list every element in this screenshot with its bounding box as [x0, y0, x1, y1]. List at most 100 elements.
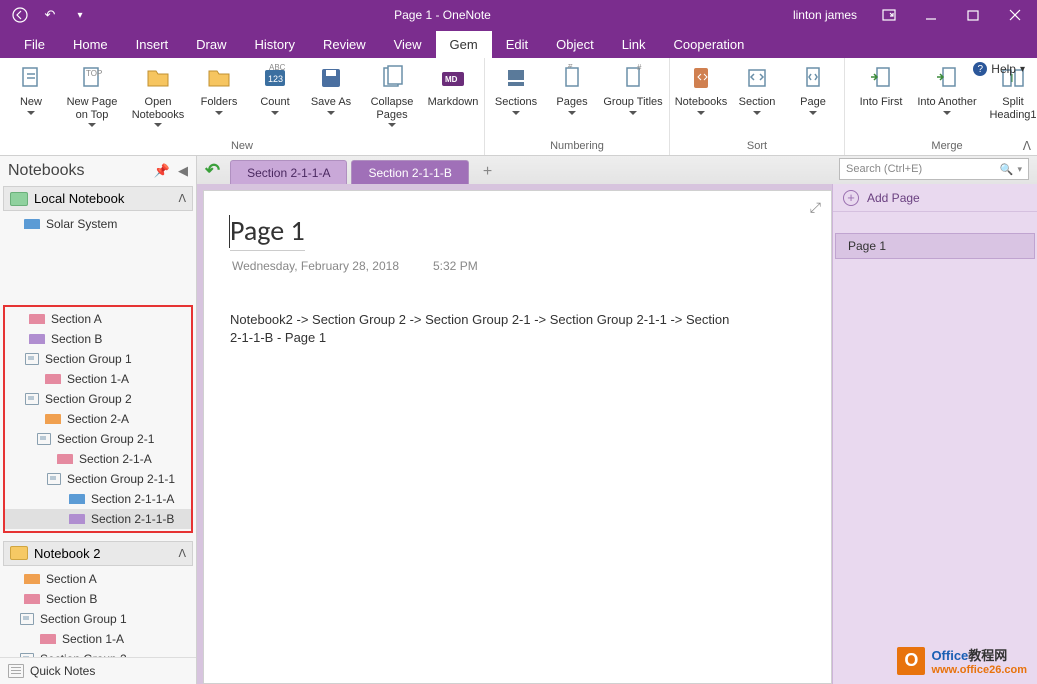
quick-notes[interactable]: Quick Notes: [0, 657, 196, 684]
section-tab[interactable]: Section 2-1-1-A: [230, 160, 347, 184]
markdown-icon: MD: [439, 64, 467, 92]
expand-icon[interactable]: ⤢: [810, 199, 821, 216]
search-box[interactable]: Search (Ctrl+E) 🔍 ▾: [839, 158, 1029, 180]
nav-back-icon[interactable]: ↶: [199, 160, 226, 181]
svg-text:ABC: ABC: [269, 64, 286, 72]
section-group-icon: [20, 613, 34, 625]
maximize-button[interactable]: [953, 0, 993, 30]
section-group-icon: [25, 353, 39, 365]
open-notebooks-icon: [144, 64, 172, 92]
ribbon-page[interactable]: Page: [786, 60, 840, 138]
ribbon-folders[interactable]: Folders: [192, 60, 246, 138]
section-icon: [45, 414, 61, 424]
menu-tab-draw[interactable]: Draw: [182, 31, 240, 58]
ribbon-open-notebooks[interactable]: Open Notebooks: [126, 60, 190, 138]
sidebar-item[interactable]: Section Group 1: [5, 349, 191, 369]
menu-tab-view[interactable]: View: [380, 31, 436, 58]
ribbon-section[interactable]: Section: [730, 60, 784, 138]
svg-text:123: 123: [268, 74, 283, 84]
svg-text:TOP: TOP: [86, 69, 102, 78]
chevron-left-icon[interactable]: ◀: [178, 163, 188, 179]
menu-tab-cooperation[interactable]: Cooperation: [660, 31, 759, 58]
ribbon-new-page-on-top[interactable]: TOPNew Page on Top: [60, 60, 124, 138]
content-area: ↶ Section 2-1-1-ASection 2-1-1-B + Searc…: [197, 156, 1037, 684]
sidebar-item[interactable]: Section 2-1-1-A: [5, 489, 191, 509]
into-first-icon: [867, 64, 895, 92]
svg-text:#: #: [568, 64, 573, 70]
sidebar-item[interactable]: Section 1-A: [5, 369, 191, 389]
sidebar-item[interactable]: Section A: [5, 309, 191, 329]
into-another-icon: [933, 64, 961, 92]
ribbon-notebooks[interactable]: Notebooks: [674, 60, 728, 138]
sidebar-title: Notebooks: [8, 162, 85, 180]
help-button[interactable]: ?Help▾: [973, 62, 1025, 76]
chevron-down-icon: ▾: [1017, 164, 1022, 175]
back-button[interactable]: [8, 3, 32, 27]
close-button[interactable]: [995, 0, 1035, 30]
ribbon-collapse-pages[interactable]: Collapse Pages: [360, 60, 424, 138]
menu-tab-history[interactable]: History: [241, 31, 309, 58]
sidebar-item[interactable]: Section Group 1: [0, 609, 196, 629]
sidebar-item[interactable]: Section Group 2-1: [5, 429, 191, 449]
add-page-button[interactable]: + Add Page: [833, 184, 1037, 212]
sections-icon: [502, 64, 530, 92]
add-section-button[interactable]: +: [473, 160, 502, 184]
section-icon: [29, 314, 45, 324]
sidebar-item[interactable]: Section 2-A: [5, 409, 191, 429]
sidebar-item[interactable]: Solar System: [0, 214, 196, 234]
section-group-icon: [20, 653, 34, 658]
sidebar-item[interactable]: Section 1-A: [0, 629, 196, 649]
menu-tab-review[interactable]: Review: [309, 31, 380, 58]
page-canvas[interactable]: ⤢ Page 1 Wednesday, February 28, 2018 5:…: [203, 190, 832, 684]
ribbon-count[interactable]: 123ABCCount: [248, 60, 302, 138]
section-group-icon: [25, 393, 39, 405]
ribbon-into-first[interactable]: Into First: [849, 60, 913, 138]
sidebar-item[interactable]: Section B: [5, 329, 191, 349]
page-list-pane: + Add Page Page 1: [832, 184, 1037, 684]
svg-text:MD: MD: [445, 75, 458, 84]
help-icon: ?: [973, 62, 987, 76]
pin-icon[interactable]: 📌: [154, 163, 170, 179]
ribbon-group-titles[interactable]: #Group Titles: [601, 60, 665, 138]
ribbon-new[interactable]: New: [4, 60, 58, 138]
group-titles-icon: #: [619, 64, 647, 92]
section-icon: [24, 594, 40, 604]
collapse-ribbon-button[interactable]: ᐱ: [1023, 139, 1031, 153]
ribbon-into-another[interactable]: Into Another: [915, 60, 979, 138]
section-group-icon: [47, 473, 61, 485]
menu-tab-link[interactable]: Link: [608, 31, 660, 58]
sidebar-item[interactable]: Section Group 2: [5, 389, 191, 409]
new-page-on-top-icon: TOP: [78, 64, 106, 92]
section-tab[interactable]: Section 2-1-1-B: [351, 160, 468, 184]
sidebar-item[interactable]: Section B: [0, 589, 196, 609]
sidebar-item[interactable]: Section 2-1-A: [5, 449, 191, 469]
page-title[interactable]: Page 1: [230, 213, 305, 251]
sidebar-item[interactable]: Section A: [0, 569, 196, 589]
ribbon-pages[interactable]: #Pages: [545, 60, 599, 138]
notebook-local[interactable]: Local Notebook ᐱ: [3, 186, 193, 211]
minimize-button[interactable]: [911, 0, 951, 30]
page-list-item[interactable]: Page 1: [835, 233, 1035, 259]
sidebar-item[interactable]: Section Group 2: [0, 649, 196, 658]
count-icon: 123 ABC: [261, 64, 289, 92]
menu-tab-gem[interactable]: Gem: [436, 31, 492, 58]
svg-text:#: #: [637, 64, 642, 72]
ribbon-display-button[interactable]: [869, 0, 909, 30]
qat-dropdown[interactable]: ▾: [68, 3, 92, 27]
section-icon: [24, 219, 40, 229]
ribbon-save-as[interactable]: Save As: [304, 60, 358, 138]
notebook-2[interactable]: Notebook 2 ᐱ: [3, 541, 193, 566]
page-body[interactable]: Notebook2 -> Section Group 2 -> Section …: [230, 311, 740, 347]
undo-button[interactable]: ↶: [38, 3, 62, 27]
menu-tab-home[interactable]: Home: [59, 31, 122, 58]
user-name[interactable]: linton james: [793, 8, 857, 22]
sidebar-item[interactable]: Section 2-1-1-B: [5, 509, 191, 529]
menu-tab-edit[interactable]: Edit: [492, 31, 542, 58]
menu-tab-file[interactable]: File: [10, 31, 59, 58]
sidebar-item[interactable]: Section Group 2-1-1: [5, 469, 191, 489]
menu-tab-insert[interactable]: Insert: [122, 31, 183, 58]
menu-tab-object[interactable]: Object: [542, 31, 608, 58]
ribbon-sections[interactable]: Sections: [489, 60, 543, 138]
notebook-icon: [10, 192, 28, 206]
ribbon-markdown[interactable]: MDMarkdown: [426, 60, 480, 138]
